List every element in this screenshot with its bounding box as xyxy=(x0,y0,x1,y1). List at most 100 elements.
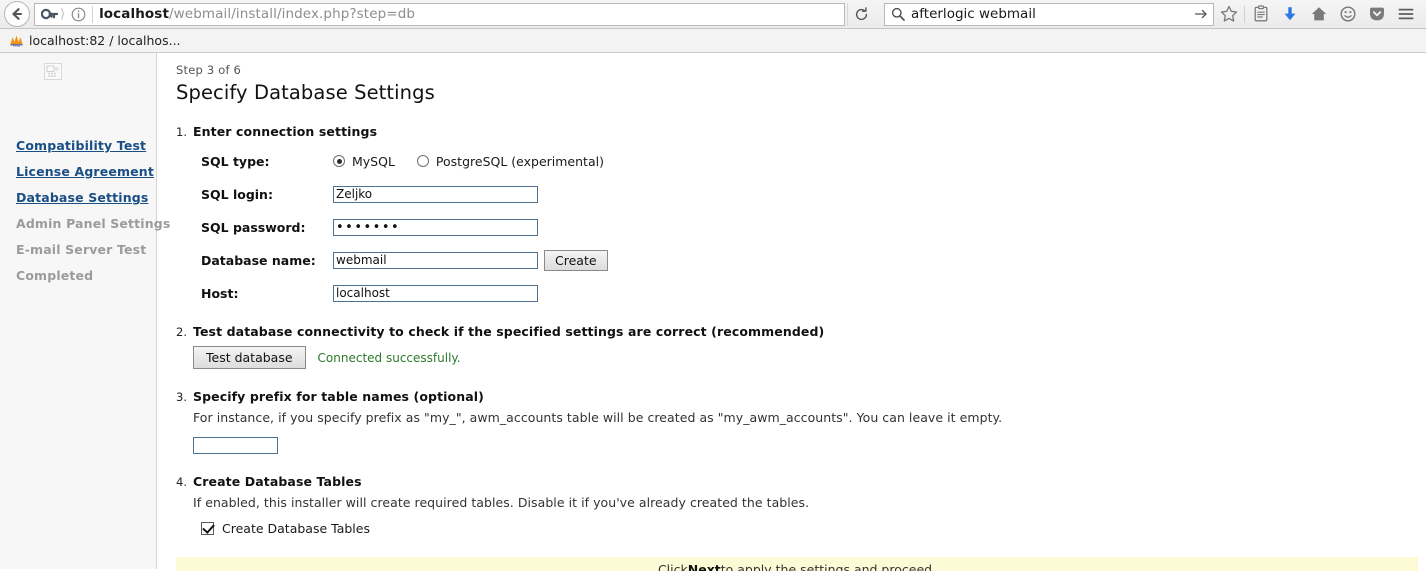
hamburger-menu-icon xyxy=(1398,8,1413,20)
browser-toolbar: ⟩ localhost/webmail/install/index.php?st… xyxy=(0,0,1426,29)
arrow-right-icon xyxy=(1194,9,1207,19)
sql-type-row: SQL type: MySQL PostgreSQL (experimental… xyxy=(193,150,1426,172)
bookmark-item-phpmyadmin[interactable]: PMA localhost:82 / localhos... xyxy=(5,31,185,51)
page-title: Specify Database Settings xyxy=(176,81,435,104)
phpmyadmin-favicon: PMA xyxy=(10,35,23,48)
create-tables-checkbox-label: Create Database Tables xyxy=(222,520,370,536)
password-key-icon[interactable] xyxy=(35,4,63,25)
create-database-button[interactable]: Create xyxy=(544,249,608,271)
back-arrow-icon xyxy=(12,8,23,20)
section3-title: Specify prefix for table names (optional… xyxy=(193,389,484,404)
section3-description: For instance, if you specify prefix as "… xyxy=(193,410,1003,425)
section1-header: 1. Enter connection settings xyxy=(176,124,1426,139)
sync-smiley-icon xyxy=(1339,6,1356,22)
search-icon-wrap xyxy=(885,7,911,21)
sql-login-input[interactable] xyxy=(333,185,538,203)
browser-tool-icons xyxy=(1214,1,1420,27)
site-info-button[interactable] xyxy=(66,4,90,25)
sidebar-nav: Compatibility Test License Agreement Dat… xyxy=(16,138,170,294)
browser-chrome: ⟩ localhost/webmail/install/index.php?st… xyxy=(0,0,1426,53)
radio-postgresql-label: PostgreSQL (experimental) xyxy=(435,153,604,169)
radio-option-mysql[interactable]: MySQL xyxy=(333,154,395,169)
search-icon xyxy=(891,7,905,21)
svg-text:PMA: PMA xyxy=(13,44,21,48)
sidebar-item-database-settings[interactable]: Database Settings xyxy=(16,190,156,205)
next-step-notice: Click Next to apply the settings and pro… xyxy=(176,556,1418,571)
key-icon xyxy=(40,8,58,19)
search-bar[interactable]: afterlogic webmail xyxy=(884,2,1214,26)
section2-header: 2. Test database connectivity to check i… xyxy=(176,324,1426,339)
test-database-row: Test database Connected successfully. xyxy=(193,346,1426,369)
sidebar-item-compatibility-test[interactable]: Compatibility Test xyxy=(16,138,156,153)
section3-number: 3. xyxy=(176,390,187,404)
toolbar-divider xyxy=(1244,5,1245,23)
connection-status-message: Connected successfully. xyxy=(317,350,461,365)
database-name-input[interactable] xyxy=(333,251,538,269)
section-connection-settings: 1. Enter connection settings SQL type: M… xyxy=(176,124,1426,304)
url-text: localhost/webmail/install/index.php?step… xyxy=(99,6,415,22)
bookmark-star-button[interactable] xyxy=(1214,1,1243,27)
section4-title: Create Database Tables xyxy=(193,473,362,489)
database-name-label: Database name: xyxy=(201,252,316,268)
sql-password-label: SQL password: xyxy=(201,219,306,235)
create-tables-checkbox-row[interactable]: Create Database Tables xyxy=(193,521,1426,536)
pocket-button[interactable] xyxy=(1362,1,1391,27)
sidebar-item-license-agreement[interactable]: License Agreement xyxy=(16,164,156,179)
notice-bold: Next xyxy=(687,562,721,571)
test-database-button[interactable]: Test database xyxy=(193,346,306,369)
notice-suffix: to apply the settings and proceed. xyxy=(720,562,937,571)
reload-icon xyxy=(855,6,867,20)
pocket-icon xyxy=(1369,7,1384,21)
section4-description: If enabled, this installer will create r… xyxy=(193,494,810,510)
section3-header: 3. Specify prefix for table names (optio… xyxy=(176,389,1426,404)
sql-login-row: SQL login: xyxy=(193,183,1426,205)
library-icon xyxy=(1254,5,1267,22)
urlbar-divider xyxy=(92,5,94,23)
library-button[interactable] xyxy=(1246,1,1275,27)
database-name-row: Database name: Create xyxy=(193,249,1426,271)
search-submit-button[interactable] xyxy=(1189,7,1213,21)
section4-header: 4. Create Database Tables xyxy=(176,474,1426,489)
home-button[interactable] xyxy=(1304,1,1333,27)
section1-body: SQL type: MySQL PostgreSQL (experimental… xyxy=(193,150,1426,304)
search-input[interactable]: afterlogic webmail xyxy=(911,6,1189,22)
section4-body: If enabled, this installer will create r… xyxy=(193,495,1426,536)
broken-image-icon xyxy=(44,63,62,80)
page-body: Compatibility Test License Agreement Dat… xyxy=(0,53,1426,571)
hamburger-menu-button[interactable] xyxy=(1391,1,1420,27)
sql-password-row: SQL password: xyxy=(193,216,1426,238)
bookmarks-bar: PMA localhost:82 / localhos... xyxy=(0,29,1426,53)
step-indicator: Step 3 of 6 xyxy=(176,63,242,77)
bookmark-star-icon xyxy=(1220,5,1237,22)
info-circle-icon xyxy=(71,7,85,21)
host-input[interactable] xyxy=(333,284,538,302)
reload-button[interactable] xyxy=(847,2,874,26)
home-icon xyxy=(1311,7,1326,21)
radio-mysql-icon[interactable] xyxy=(333,155,345,167)
url-path: /webmail/install/index.php?step=db xyxy=(169,6,416,22)
radio-postgresql-icon[interactable] xyxy=(416,155,429,167)
section2-title: Test database connectivity to check if t… xyxy=(193,324,825,339)
section2-body: Test database Connected successfully. xyxy=(193,346,1426,369)
back-button[interactable] xyxy=(4,1,30,27)
table-prefix-input[interactable] xyxy=(193,436,278,454)
section-table-prefix: 3. Specify prefix for table names (optio… xyxy=(176,389,1426,454)
sidebar-item-email-server-test: E-mail Server Test xyxy=(16,242,147,257)
sql-login-label: SQL login: xyxy=(201,186,273,202)
section1-number: 1. xyxy=(176,125,187,139)
radio-option-postgresql[interactable]: PostgreSQL (experimental) xyxy=(416,153,604,169)
prefix-input-wrap xyxy=(193,434,1426,454)
address-bar[interactable]: ⟩ localhost/webmail/install/index.php?st… xyxy=(34,2,845,26)
bookmark-label: localhost:82 / localhos... xyxy=(29,33,181,48)
downloads-icon xyxy=(1284,7,1295,21)
sql-password-input[interactable] xyxy=(333,218,538,236)
create-tables-checkbox[interactable] xyxy=(201,521,214,535)
section-test-connectivity: 2. Test database connectivity to check i… xyxy=(176,324,1426,369)
downloads-button[interactable] xyxy=(1275,1,1304,27)
section-create-tables: 4. Create Database Tables If enabled, th… xyxy=(176,474,1426,536)
sync-button[interactable] xyxy=(1333,1,1362,27)
notice-prefix: Click xyxy=(657,562,688,571)
radio-mysql-label: MySQL xyxy=(352,153,395,169)
url-host: localhost xyxy=(99,6,169,22)
installer-sidebar: Compatibility Test License Agreement Dat… xyxy=(0,53,170,569)
